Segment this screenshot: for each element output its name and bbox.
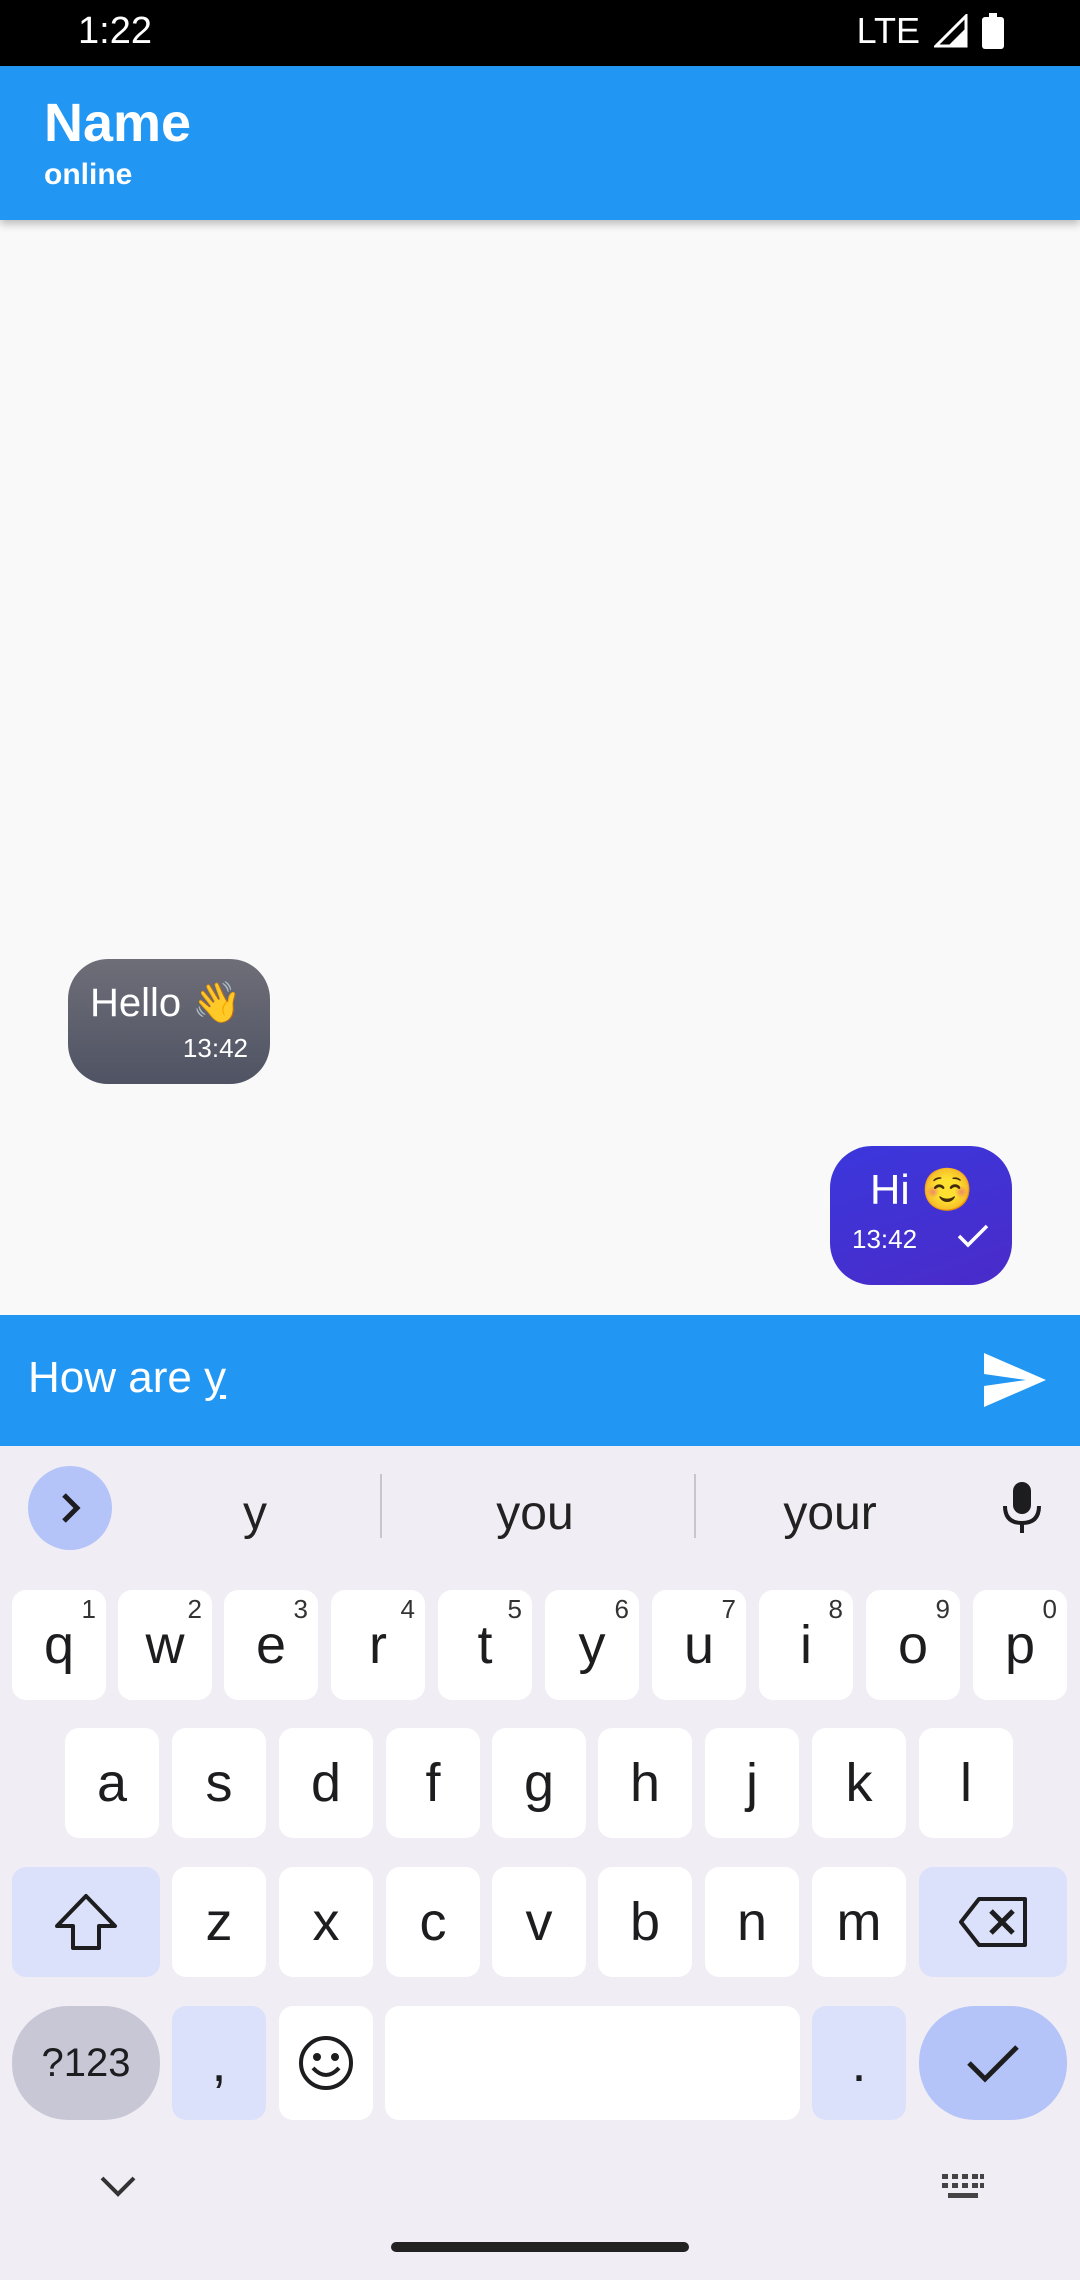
input-text-prefix: How are (28, 1353, 205, 1402)
key-n[interactable]: n (705, 1867, 799, 1977)
key-x[interactable]: x (279, 1867, 373, 1977)
keyboard-icon (942, 2174, 984, 2198)
contact-status: online (44, 158, 133, 191)
check-icon (967, 2045, 1019, 2083)
period-key[interactable]: . (812, 2006, 906, 2120)
key-c[interactable]: c (386, 1867, 480, 1977)
key-k[interactable]: k (812, 1728, 906, 1838)
key-a[interactable]: a (65, 1728, 159, 1838)
chevron-down-icon (100, 2176, 136, 2197)
soft-keyboard: y you your q1 w2 e3 r4 t5 y6 u7 i8 o9 p0… (0, 1446, 1080, 2280)
suggestion-2[interactable]: you (410, 1486, 660, 1541)
shift-icon (55, 1894, 117, 1950)
backspace-icon (959, 1897, 1027, 1947)
key-g[interactable]: g (492, 1728, 586, 1838)
symbols-key[interactable]: ?123 (12, 2006, 160, 2120)
key-h[interactable]: h (598, 1728, 692, 1838)
key-w[interactable]: w2 (118, 1590, 212, 1700)
space-key[interactable] (385, 2006, 800, 2120)
battery-icon (982, 13, 1004, 49)
key-l[interactable]: l (919, 1728, 1013, 1838)
key-p[interactable]: p0 (973, 1590, 1067, 1700)
key-f[interactable]: f (386, 1728, 480, 1838)
key-o[interactable]: o9 (866, 1590, 960, 1700)
outgoing-message[interactable]: Hi ☺️ 13:42 (830, 1146, 1012, 1285)
voice-input-button[interactable] (992, 1478, 1052, 1538)
keyboard-switch-button[interactable] (940, 2172, 986, 2207)
key-y[interactable]: y6 (545, 1590, 639, 1700)
comma-key[interactable]: , (172, 2006, 266, 2120)
app-bar: Name online (0, 66, 1080, 220)
key-j[interactable]: j (705, 1728, 799, 1838)
chat-screen: 1:22 LTE Name online Hello 👋 13:42 Hi ☺️… (0, 0, 1080, 2280)
message-input[interactable]: How are y (28, 1353, 226, 1403)
key-b[interactable]: b (598, 1867, 692, 1977)
signal-icon (934, 14, 968, 48)
suggestion-1[interactable]: y (130, 1486, 380, 1541)
message-time: 13:42 (852, 1224, 918, 1254)
key-u[interactable]: u7 (652, 1590, 746, 1700)
hide-keyboard-button[interactable] (96, 2172, 140, 2205)
key-z[interactable]: z (172, 1867, 266, 1977)
key-r[interactable]: r4 (331, 1590, 425, 1700)
contact-name[interactable]: Name (44, 92, 191, 154)
gesture-nav-handle[interactable] (391, 2242, 689, 2252)
suggestion-divider (380, 1474, 382, 1538)
send-icon (984, 1353, 1046, 1407)
key-e[interactable]: e3 (224, 1590, 318, 1700)
microphone-icon (1003, 1482, 1041, 1533)
emoji-key[interactable] (279, 2006, 373, 2120)
message-time: 13:42 (182, 1033, 248, 1063)
network-type: LTE (856, 10, 920, 51)
input-text-composing: y (204, 1353, 227, 1402)
emoji-icon (299, 2036, 353, 2090)
key-t[interactable]: t5 (438, 1590, 532, 1700)
message-list[interactable]: Hello 👋 13:42 Hi ☺️ 13:42 (0, 220, 1080, 1315)
enter-key[interactable] (919, 2006, 1067, 2120)
suggestion-3[interactable]: your (705, 1486, 955, 1541)
key-m[interactable]: m (812, 1867, 906, 1977)
send-button[interactable] (980, 1345, 1050, 1415)
incoming-message[interactable]: Hello 👋 13:42 (68, 959, 270, 1084)
key-s[interactable]: s (172, 1728, 266, 1838)
keyboard-nav-row (0, 2148, 1080, 2280)
suggestion-strip: y you your (0, 1446, 1080, 1570)
message-composer: How are y (0, 1315, 1080, 1446)
expand-toolbar-button[interactable] (28, 1466, 112, 1550)
message-text: Hi ☺️ (870, 1166, 974, 1213)
status-bar: 1:22 LTE (0, 0, 1080, 66)
suggestion-divider (694, 1474, 696, 1538)
key-i[interactable]: i8 (759, 1590, 853, 1700)
status-icons: LTE (857, 10, 1004, 52)
message-text: Hello 👋 (90, 981, 243, 1025)
check-icon (956, 1222, 990, 1255)
key-v[interactable]: v (492, 1867, 586, 1977)
shift-key[interactable] (12, 1867, 160, 1977)
status-time: 1:22 (78, 10, 152, 52)
key-d[interactable]: d (279, 1728, 373, 1838)
chevron-right-icon (62, 1493, 81, 1523)
backspace-key[interactable] (919, 1867, 1067, 1977)
key-q[interactable]: q1 (12, 1590, 106, 1700)
